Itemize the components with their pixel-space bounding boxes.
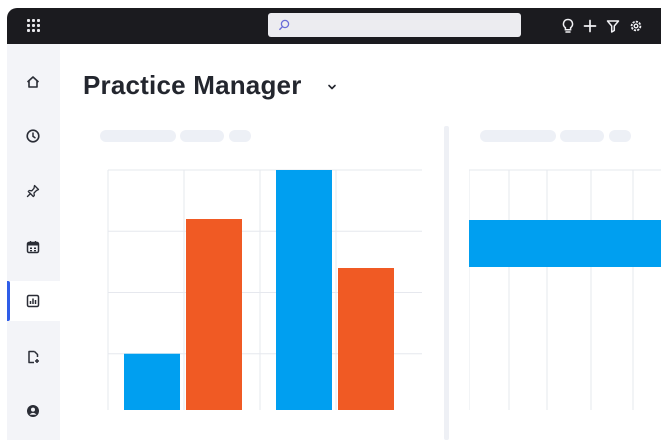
loading-placeholder: [229, 130, 251, 142]
add-document-icon: [28, 350, 39, 364]
loading-placeholder: [560, 130, 604, 142]
filter-icon[interactable]: [604, 17, 622, 35]
sidebar-item-account[interactable]: [7, 391, 60, 431]
bar: [276, 170, 332, 410]
app-window: Practice Manager: [7, 8, 661, 440]
loading-placeholder: [609, 130, 631, 142]
calendar-icon: [26, 241, 40, 254]
lightbulb-icon[interactable]: [559, 17, 577, 35]
panel-divider: [444, 126, 449, 440]
bar: [186, 219, 242, 410]
chevron-down-icon[interactable]: [326, 81, 338, 93]
sidebar-item-pinned[interactable]: [7, 171, 60, 211]
app-launcher-icon[interactable]: [27, 19, 41, 33]
sidebar-item-reports[interactable]: [7, 281, 60, 321]
bar: [338, 268, 394, 410]
search-input[interactable]: [268, 13, 521, 37]
loading-placeholder: [100, 130, 176, 142]
plus-icon[interactable]: [581, 17, 599, 35]
sidebar-item-time[interactable]: [7, 116, 60, 156]
sidebar-item-calendar[interactable]: [7, 227, 60, 267]
bar: [124, 353, 180, 410]
page-header: Practice Manager: [83, 70, 336, 106]
home-icon: [26, 76, 40, 88]
sidebar-item-new-document[interactable]: [7, 337, 60, 377]
clock-icon: [26, 129, 40, 143]
loading-placeholder: [480, 130, 556, 142]
search-icon: [279, 19, 290, 31]
sidebar-item-home[interactable]: [7, 62, 60, 102]
loading-placeholder: [180, 130, 224, 142]
reports-icon: [26, 294, 40, 308]
active-indicator: [7, 281, 10, 321]
top-bar: [7, 8, 661, 44]
settings-icon[interactable]: [627, 17, 645, 35]
pin-icon: [26, 184, 40, 198]
bar-chart: [107, 169, 422, 410]
account-icon: [27, 405, 39, 417]
sidebar: [7, 44, 60, 440]
horizontal-bar-chart: [469, 169, 661, 410]
page-title: Practice Manager: [83, 70, 302, 100]
bar: [469, 220, 661, 267]
